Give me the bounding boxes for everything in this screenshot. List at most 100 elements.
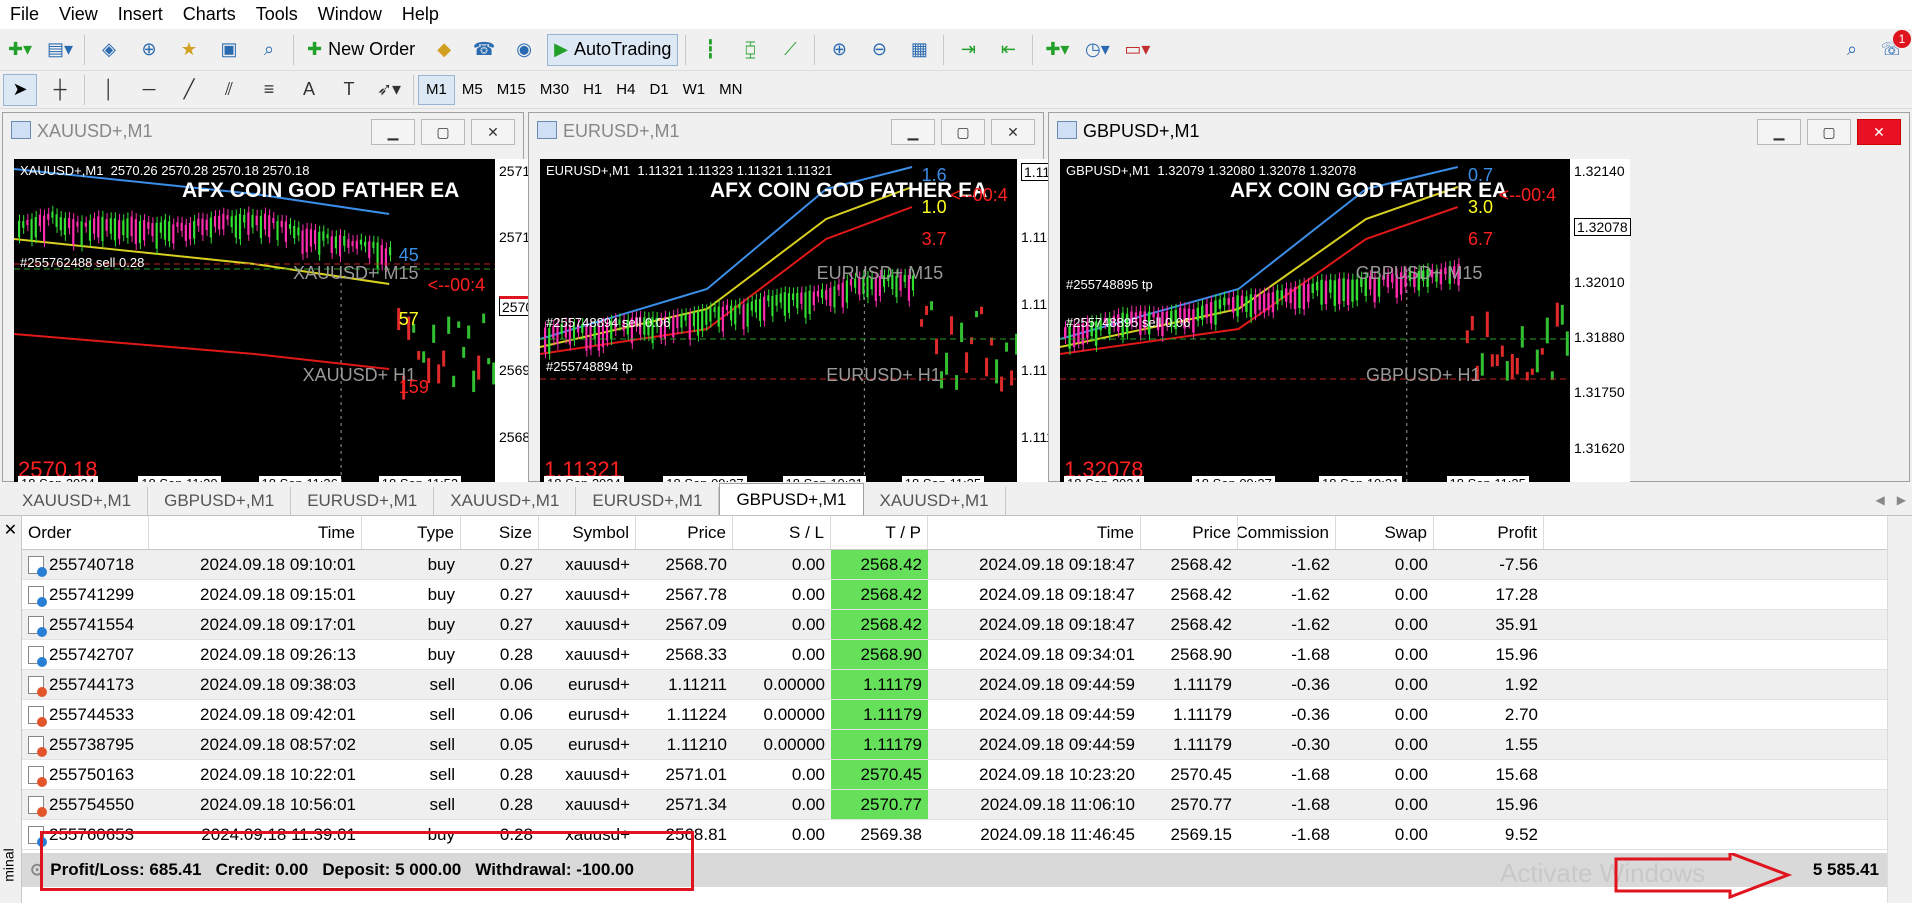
zoom-in-icon[interactable]: ⊕ <box>822 34 856 66</box>
cell-text: xauusd+ <box>565 614 630 634</box>
chart-window-eurusd: EURUSD+,M1 ▁ ▢ ✕ EURUSD+,M1 1.11321 1.11… <box>528 112 1077 491</box>
timeframe-m30[interactable]: M30 <box>533 75 576 105</box>
minimize-icon[interactable]: ▁ <box>371 119 415 145</box>
menu-file[interactable]: File <box>0 4 49 25</box>
chart-tab[interactable]: XAUUSD+,M1 <box>864 487 1006 515</box>
column-header[interactable]: Price <box>636 516 733 549</box>
bar-chart-icon[interactable]: ┇ <box>693 34 727 66</box>
price-chart[interactable]: GBPUSD+,M1 1.32079 1.32080 1.32078 1.320… <box>1060 159 1570 491</box>
menu-tools[interactable]: Tools <box>246 4 308 25</box>
timeframe-d1[interactable]: D1 <box>642 75 675 105</box>
maximize-icon[interactable]: ▢ <box>1807 119 1851 145</box>
data-window-icon[interactable]: ⊕ <box>132 34 166 66</box>
new-order-button[interactable]: ✚ New Order <box>301 34 421 66</box>
close-icon[interactable]: ✕ <box>991 119 1035 145</box>
autoscroll-icon[interactable]: ⇥ <box>951 34 985 66</box>
timeframe-m1[interactable]: M1 <box>418 74 455 105</box>
table-cell: -1.68 <box>1238 640 1336 669</box>
arrows-icon[interactable]: ➶▾ <box>372 74 406 106</box>
table-row[interactable]: 255744533 2024.09.18 09:42:01 sell 0.06 euru… <box>22 700 1887 730</box>
candlestick-icon[interactable]: ⧮ <box>733 34 767 66</box>
timeframe-h4[interactable]: H4 <box>609 75 642 105</box>
profiles-icon[interactable]: ▤▾ <box>43 34 77 66</box>
tab-scroll-right-icon[interactable]: ▶ <box>1891 493 1912 515</box>
vertical-line-icon[interactable]: │ <box>92 74 126 106</box>
templates-icon[interactable]: ▭▾ <box>1120 34 1154 66</box>
column-header[interactable]: Symbol <box>539 516 636 549</box>
strategy-tester-icon[interactable]: ⌕ <box>252 34 286 66</box>
text-tool-icon[interactable]: A <box>292 74 326 106</box>
vertical-scrollbar[interactable] <box>1887 516 1912 903</box>
table-row[interactable]: 255754550 2024.09.18 10:56:01 sell 0.28 xauu… <box>22 790 1887 820</box>
text-label-icon[interactable]: T <box>332 74 366 106</box>
minimize-icon[interactable]: ▁ <box>1757 119 1801 145</box>
column-header[interactable]: Time <box>928 516 1141 549</box>
terminal-icon[interactable]: ▣ <box>212 34 246 66</box>
chart-tab[interactable]: XAUUSD+,M1 <box>434 487 577 515</box>
price-chart[interactable]: XAUUSD+,M1 2570.26 2570.28 2570.18 2570.… <box>14 159 495 491</box>
table-row[interactable]: 255740718 2024.09.18 09:10:01 buy 0.27 xauus… <box>22 550 1887 580</box>
price-chart[interactable]: EURUSD+,M1 1.11321 1.11323 1.11321 1.113… <box>540 159 1017 491</box>
signals-icon[interactable]: ☎ <box>467 34 501 66</box>
column-header[interactable]: Type <box>362 516 461 549</box>
maximize-icon[interactable]: ▢ <box>941 119 985 145</box>
menu-insert[interactable]: Insert <box>108 4 173 25</box>
chart-tab[interactable]: GBPUSD+,M1 <box>148 487 292 515</box>
column-header[interactable]: Profit <box>1434 516 1544 549</box>
chart-tab[interactable]: EURUSD+,M1 <box>576 487 720 515</box>
cursor-icon[interactable]: ➤ <box>3 73 37 106</box>
menu-help[interactable]: Help <box>392 4 449 25</box>
close-icon[interactable]: ✕ <box>471 119 515 145</box>
fibonacci-icon[interactable]: ≡ <box>252 74 286 106</box>
column-header[interactable]: Order <box>22 516 149 549</box>
periods-icon[interactable]: ◷▾ <box>1080 34 1114 66</box>
timeframe-mn[interactable]: MN <box>712 75 749 105</box>
column-header[interactable]: S / L <box>733 516 831 549</box>
new-chart-icon[interactable]: ✚▾ <box>3 34 37 66</box>
timeframe-m5[interactable]: M5 <box>455 75 490 105</box>
tab-scroll-left-icon[interactable]: ◀ <box>1870 493 1891 515</box>
search-icon[interactable]: ⌕ <box>1835 34 1869 66</box>
metaeditor-icon[interactable]: ◆ <box>427 34 461 66</box>
navigator-icon[interactable]: ★ <box>172 34 206 66</box>
indicators-icon[interactable]: ✚▾ <box>1040 34 1074 66</box>
table-row[interactable]: 255738795 2024.09.18 08:57:02 sell 0.05 euru… <box>22 730 1887 760</box>
table-row[interactable]: 255741299 2024.09.18 09:15:01 buy 0.27 xauus… <box>22 580 1887 610</box>
column-header[interactable]: T / P <box>831 516 928 549</box>
table-row[interactable]: 255741554 2024.09.18 09:17:01 buy 0.27 xauus… <box>22 610 1887 640</box>
table-row[interactable]: 255750163 2024.09.18 10:22:01 sell 0.28 xauu… <box>22 760 1887 790</box>
column-header[interactable]: Time <box>149 516 362 549</box>
column-header[interactable]: Price <box>1141 516 1238 549</box>
zoom-out-icon[interactable]: ⊖ <box>862 34 896 66</box>
minimize-icon[interactable]: ▁ <box>891 119 935 145</box>
chart-tab[interactable]: XAUUSD+,M1 <box>6 487 149 515</box>
horizontal-line-icon[interactable]: ─ <box>132 74 166 106</box>
column-header[interactable]: Swap <box>1336 516 1434 549</box>
autotrading-button[interactable]: ▶ AutoTrading <box>547 33 679 66</box>
timeframe-w1[interactable]: W1 <box>676 75 713 105</box>
toolbar-divider <box>685 34 687 65</box>
line-chart-icon[interactable]: ⟋ <box>773 34 807 66</box>
close-icon[interactable]: ✕ <box>1857 119 1901 145</box>
chart-shift-icon[interactable]: ⇤ <box>991 34 1025 66</box>
terminal-close-icon[interactable]: ✕ <box>0 520 21 540</box>
maximize-icon[interactable]: ▢ <box>421 119 465 145</box>
menu-view[interactable]: View <box>49 4 108 25</box>
market-watch-icon[interactable]: ◈ <box>92 34 126 66</box>
tile-windows-icon[interactable]: ▦ <box>902 34 936 66</box>
trendline-icon[interactable]: ╱ <box>172 74 206 106</box>
table-row[interactable]: 255744173 2024.09.18 09:38:03 sell 0.06 euru… <box>22 670 1887 700</box>
column-header[interactable]: Size <box>461 516 539 549</box>
column-header[interactable]: Commission <box>1238 516 1336 549</box>
equidistant-channel-icon[interactable]: ⫽ <box>212 74 246 106</box>
crosshair-icon[interactable]: ┼ <box>43 74 77 106</box>
chart-tab[interactable]: EURUSD+,M1 <box>291 487 435 515</box>
timeframe-h1[interactable]: H1 <box>576 75 609 105</box>
timeframe-m15[interactable]: M15 <box>490 75 533 105</box>
menu-charts[interactable]: Charts <box>173 4 246 25</box>
chart-tab-active[interactable]: GBPUSD+,M1 <box>719 483 864 515</box>
table-row[interactable]: 255742707 2024.09.18 09:26:13 buy 0.28 xauus… <box>22 640 1887 670</box>
notifications-icon[interactable]: ☏ 1 <box>1875 29 1911 66</box>
market-icon[interactable]: ◉ <box>507 34 541 66</box>
menu-window[interactable]: Window <box>308 4 392 25</box>
